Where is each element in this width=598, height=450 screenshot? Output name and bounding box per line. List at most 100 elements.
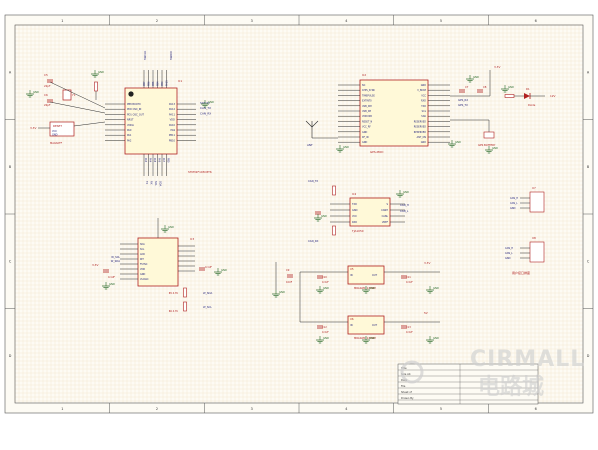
- connector: [529, 191, 545, 213]
- power-label: 5V: [424, 311, 428, 315]
- gnd-label: GND: [168, 225, 174, 229]
- resistor: [183, 287, 187, 298]
- gnd-label: GND: [455, 140, 461, 144]
- can-pin-label: GND: [352, 209, 358, 212]
- cap-value: 0.1UF: [406, 331, 413, 334]
- title-block-field: File: [401, 384, 406, 388]
- diode-label: Diode: [528, 103, 536, 107]
- cap-ref: C11: [406, 276, 411, 279]
- mcu-pin-label: PD0 OSC_IN: [127, 108, 142, 111]
- resistor: [94, 81, 98, 92]
- gps-pin-label: USB_DM: [362, 105, 372, 108]
- gnd-label: GND: [433, 336, 439, 340]
- mcu-pin-label: PA9: [171, 129, 176, 132]
- title-block-field: Drawn By: [401, 396, 414, 400]
- gps-pin-label: EXTINT0: [362, 100, 372, 103]
- gnd-label: GND: [343, 145, 349, 149]
- net-label: CAN_RX: [200, 111, 211, 115]
- mcu-pin-label: PB8 BOOT0: [127, 103, 141, 106]
- power-label: 3.3V: [92, 263, 98, 267]
- mcu-pin-label: PB7: [143, 81, 146, 86]
- imu-pin-label: AD0: [140, 253, 145, 256]
- cap-ref: C13: [406, 326, 411, 329]
- imu-ref: U3: [190, 237, 194, 241]
- power-label: 3.3V: [424, 261, 430, 265]
- regulator-pin: OUT: [372, 324, 378, 327]
- gps-pin-label: GND: [421, 84, 426, 87]
- cap-ref: C5: [44, 73, 48, 77]
- mcu-pin-label: PA3: [144, 158, 147, 163]
- zone-column-label: 2: [156, 407, 158, 411]
- diode-ref: D1: [526, 87, 530, 91]
- gps-pin-label: RESET_N: [362, 120, 373, 123]
- cap-ref: C7: [465, 85, 469, 89]
- cap-value: 22pF: [44, 103, 51, 107]
- mcu-pin-label: PA12: [169, 108, 175, 111]
- imu-pin-label: SDA: [140, 243, 145, 246]
- regulator-pin: IN: [350, 274, 353, 277]
- net-label: CAN_H: [400, 203, 409, 207]
- watermark-brand: CIRMALL: [470, 347, 585, 372]
- mcu-pin-label: PA10: [169, 124, 175, 127]
- power-label: 3.3V: [494, 65, 500, 69]
- net-label: SCL: [154, 181, 158, 186]
- title-block-field: Sheet of: [401, 390, 412, 394]
- net-label: CAN_TX: [308, 179, 318, 183]
- gnd-label: GND: [492, 146, 498, 150]
- gnd-label: GND: [321, 214, 327, 218]
- gps-pin-label: RXD: [421, 100, 426, 103]
- regulator-ref: U6: [350, 317, 354, 321]
- can-pin-label: CANL: [382, 215, 389, 218]
- gnd-label: GND: [369, 336, 375, 340]
- gps-ref: U2: [362, 73, 366, 77]
- resistor: [183, 301, 187, 312]
- resistor: [332, 225, 336, 236]
- reset-pin: GND: [52, 134, 58, 137]
- mcu-pin-label: PA0: [127, 129, 132, 132]
- net-label: SDA: [159, 181, 163, 186]
- net-label: GPS_RX: [458, 98, 468, 102]
- zone-column-label: 5: [440, 19, 442, 23]
- gps-pin-label: SCL: [422, 110, 427, 113]
- antenna-label: ANT: [307, 143, 313, 147]
- gps-pin-label: RESERVED: [414, 126, 426, 129]
- regulator-ref: U5: [350, 267, 354, 271]
- cap-value: 0.1UF: [205, 266, 213, 269]
- gps-part: GPS-MOD: [370, 150, 383, 154]
- gps-pin-label: RESERVED: [414, 120, 426, 123]
- reset-part: MA0A0FF: [50, 141, 63, 145]
- net-label: GPS_TX: [458, 103, 468, 107]
- gnd-label: GND: [323, 336, 329, 340]
- gps-pin-label: VCC: [421, 94, 426, 97]
- zone-column-label: 6: [535, 19, 537, 23]
- gps-pin-label: V_BCKP: [417, 89, 426, 92]
- connector-pin: CAN_H: [510, 197, 518, 200]
- gnd-label: GND: [473, 75, 479, 79]
- imu-pin-label: SCL: [140, 248, 145, 251]
- mcu-pin-label: PA11: [169, 113, 175, 116]
- connector-ref: U8: [532, 236, 536, 240]
- zone-column-label: 1: [61, 19, 63, 23]
- schematic-sheet: 1 1 2 2 3 3 4 4 5 5 6 6 A A B B C C D D U1 STM32F103C8T6 PB8 B…: [0, 0, 598, 450]
- gps-pin-label: GND: [362, 141, 367, 144]
- mcu-pin-label: PB10: [169, 139, 176, 142]
- gps-pin-label: VDDUSB: [362, 115, 372, 118]
- gnd-label: GND: [279, 290, 285, 294]
- connector-pin: GND: [505, 257, 511, 260]
- connector: [529, 241, 545, 263]
- regulator-pin: OUT: [372, 274, 378, 277]
- mcu-pin-label: PB0: [167, 158, 170, 163]
- mcu-pin-label: VDDA: [127, 124, 134, 127]
- gps-pin-label: 1PPS_SYNC: [362, 89, 375, 92]
- net-label: W_SCL: [111, 255, 120, 259]
- mcu-pin-label: PD1 OSC_OUT: [127, 113, 144, 116]
- power-label: 12V: [550, 94, 556, 98]
- connector-pin: GND: [510, 207, 516, 210]
- gps-pin-label: GND: [362, 131, 367, 134]
- schematic-canvas: 112233445566A AB BC CD DU1STM32F103C8T6PB8 B…: [0, 0, 598, 450]
- cap-value: 0.1UF: [322, 281, 329, 284]
- cap-ref: C8: [483, 85, 487, 89]
- connector-label: 用户接口排座: [512, 270, 530, 275]
- mcu-pin-label: PA7: [162, 158, 165, 163]
- cap-value: 22pF: [44, 84, 51, 88]
